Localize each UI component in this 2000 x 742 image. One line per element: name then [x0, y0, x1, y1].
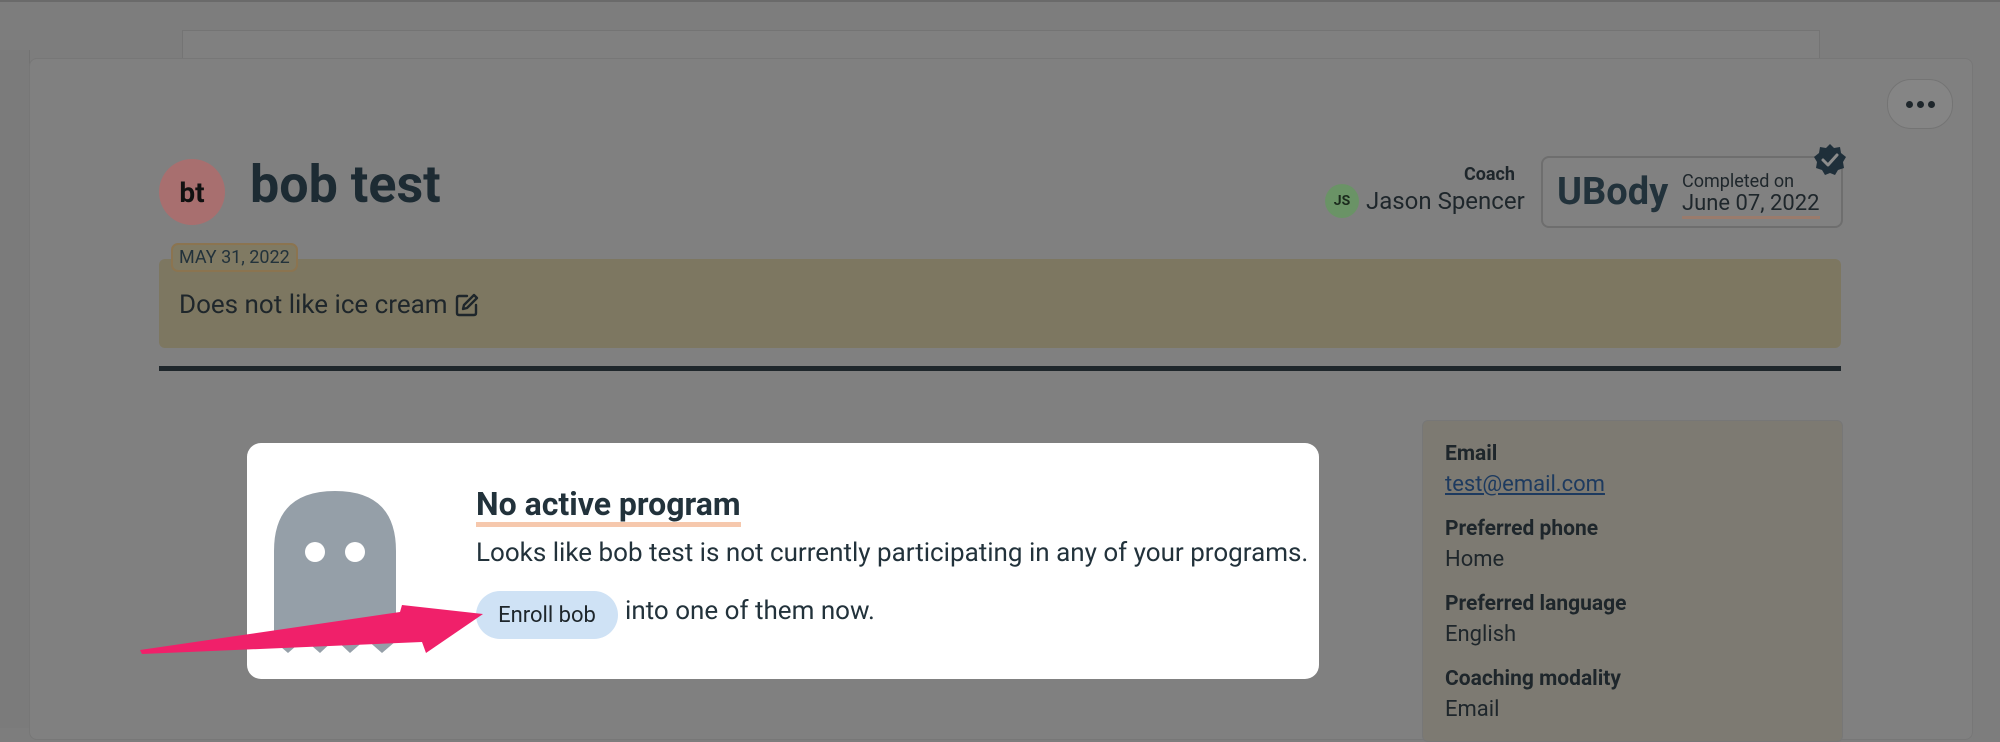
- email-link[interactable]: test@email.com: [1445, 472, 1605, 497]
- phone-value: Home: [1445, 547, 1505, 572]
- verified-check-icon: [1814, 144, 1846, 175]
- edit-note-icon[interactable]: [454, 292, 480, 318]
- modal-title: No active program: [476, 486, 741, 527]
- note-text: Does not like ice cream: [179, 290, 448, 320]
- coach-label: Coach: [1463, 164, 1515, 185]
- coach-avatar: JS: [1325, 184, 1359, 218]
- modal-message: Looks like bob test is not currently par…: [476, 538, 1309, 568]
- client-name: bob test: [250, 154, 441, 215]
- program-name: UBody: [1557, 170, 1669, 214]
- language-label: Preferred language: [1445, 592, 1627, 616]
- phone-label: Preferred phone: [1445, 517, 1599, 541]
- top-edge: [0, 0, 2000, 2]
- contact-info-panel: [1422, 420, 1843, 742]
- completed-label: Completed on: [1682, 171, 1795, 192]
- program-badge[interactable]: UBody Completed on June 07, 2022: [1541, 156, 1843, 228]
- language-value: English: [1445, 622, 1517, 647]
- modal-suffix-text: into one of them now.: [625, 596, 875, 626]
- modality-label: Coaching modality: [1445, 667, 1621, 691]
- email-label: Email: [1445, 442, 1498, 466]
- email-value[interactable]: test@email.com: [1445, 472, 1605, 497]
- pointer-arrow-icon: [140, 605, 483, 654]
- modality-value: Email: [1445, 697, 1500, 722]
- completed-date: June 07, 2022: [1682, 192, 1820, 219]
- left-panel-edge: [0, 50, 30, 728]
- more-dots-icon: [1905, 100, 1913, 108]
- section-divider: [159, 366, 1841, 371]
- client-avatar: bt: [159, 159, 225, 225]
- coach-name[interactable]: Jason Spencer: [1366, 187, 1525, 215]
- more-options-button[interactable]: [1887, 79, 1953, 129]
- note-date-badge: MAY 31, 2022: [171, 243, 298, 272]
